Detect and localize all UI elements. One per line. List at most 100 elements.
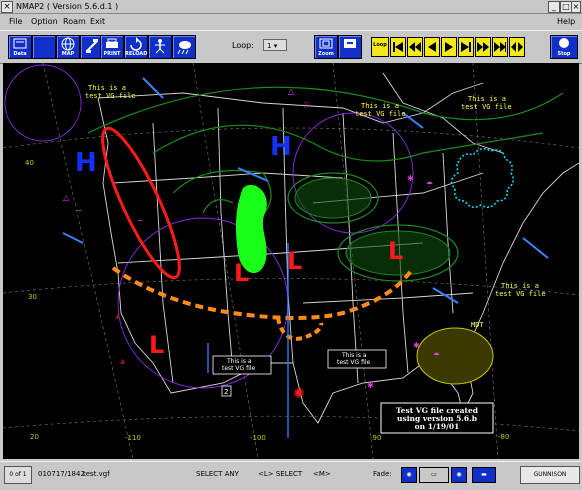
note-box-1-line2: test VG file: [222, 365, 256, 372]
vg-note-3a: This is a: [468, 95, 506, 103]
menu-help[interactable]: Help: [557, 14, 575, 29]
high-pressure-1: H: [75, 148, 97, 178]
nmap2-window: × NMAP2 ( Version 5.6.d.1 ) _ □ × File O…: [0, 0, 582, 490]
fast-forward-button[interactable]: [492, 37, 508, 57]
menu-roam[interactable]: Roam: [63, 14, 86, 29]
satellite-icon: [86, 39, 98, 53]
hint-left: <L> SELECT: [258, 470, 303, 478]
vg-note-4a: This is a: [501, 282, 539, 290]
clear-button[interactable]: [148, 35, 172, 59]
cloud-icon: [177, 41, 191, 55]
fade-button-2[interactable]: ◉: [451, 467, 467, 483]
menu-file[interactable]: File: [9, 14, 22, 29]
rewind-button[interactable]: [407, 37, 423, 57]
lon-label-100: -100: [250, 434, 266, 442]
figure-icon: [155, 39, 165, 54]
number-box-label: 2: [224, 388, 228, 396]
play-icon: [477, 42, 489, 52]
stop-icon: [559, 38, 569, 48]
last-frame-icon: [461, 42, 471, 52]
svg-text:▲: ▲: [115, 312, 121, 320]
vg-note-2b: test VG file: [355, 110, 406, 118]
vg-note-2a: This is a: [361, 102, 399, 110]
low-pressure-3: L: [388, 237, 403, 265]
print-button[interactable]: PRINT: [100, 35, 124, 59]
low-pressure-2: L: [287, 247, 302, 275]
step-forward-icon: [445, 42, 453, 52]
low-pressure-4: L: [149, 331, 164, 359]
unzoom-icon: [344, 39, 356, 48]
note-box-2-line1: This is a: [341, 352, 367, 359]
vg-note-1b: test VG file: [85, 92, 136, 100]
loop-mode-button[interactable]: Loop: [371, 37, 389, 57]
lat-label-20: 20: [30, 433, 39, 441]
mdt-label: MDT: [471, 321, 484, 329]
reload-icon: [130, 37, 142, 51]
menu-option[interactable]: Option: [31, 14, 58, 29]
window-menu-button[interactable]: ×: [1, 1, 13, 13]
title-bar: × NMAP2 ( Version 5.6.d.1 ) _ □ ×: [0, 0, 582, 14]
frame-counter: 0 of 1: [4, 466, 32, 484]
svg-text:☂: ☂: [433, 351, 440, 360]
minimize-button[interactable]: _: [548, 1, 560, 13]
fade-button-1[interactable]: ◉: [401, 467, 417, 483]
blank-button[interactable]: [32, 35, 56, 59]
fast-forward-icon: [494, 42, 506, 52]
low-pressure-1: L: [234, 259, 249, 287]
lat-label-30: 30: [28, 293, 37, 301]
window-title: NMAP2 ( Version 5.6.d.1 ): [16, 2, 119, 11]
zoom-button[interactable]: Zoom: [314, 35, 338, 59]
stop-button[interactable]: Stop: [550, 35, 578, 59]
loop-select[interactable]: 1 ▾: [263, 39, 287, 51]
hint-mid: <M>: [313, 470, 331, 478]
high-pressure-2: H: [270, 132, 292, 162]
svg-text:✱: ✱: [367, 381, 374, 390]
datetime-label: 010717/1842: [38, 470, 85, 478]
lon-label-110: -110: [125, 434, 141, 442]
map-canvas[interactable]: H H L L L L This is a test VG file This …: [3, 63, 579, 459]
fade-label: Fade:: [373, 470, 392, 478]
unzoom-button[interactable]: [338, 35, 362, 59]
hurricane-icon: ✺: [293, 386, 305, 402]
loop-label: Loop:: [232, 41, 254, 50]
svg-text:▲: ▲: [120, 357, 126, 365]
data-button[interactable]: Data: [8, 35, 32, 59]
map-button[interactable]: MAP: [56, 35, 80, 59]
step-back-button[interactable]: [424, 37, 440, 57]
step-forward-button[interactable]: [441, 37, 457, 57]
menu-exit[interactable]: Exit: [90, 14, 105, 29]
weather-button[interactable]: [172, 35, 196, 59]
rock-button[interactable]: [509, 37, 525, 57]
last-frame-button[interactable]: [458, 37, 474, 57]
note-box-1-line1: This is a: [226, 358, 252, 365]
yellow-hatched-area: [416, 327, 494, 385]
mode-label: SELECT ANY: [196, 470, 239, 478]
svg-text:✱: ✱: [407, 174, 414, 183]
site-label[interactable]: GUNNISON: [520, 466, 580, 484]
svg-text:∼: ∼: [76, 206, 83, 215]
vg-note-3b: test VG file: [461, 103, 512, 111]
created-line-3: on 1/19/01: [415, 422, 460, 431]
note-box-2-line2: test VG file: [337, 359, 371, 366]
lon-label-80: -80: [498, 433, 509, 441]
data-icon: [13, 38, 27, 49]
svg-text:☂: ☂: [426, 180, 433, 189]
lon-label-90: -90: [370, 434, 381, 442]
file-label: test.vgf: [83, 470, 110, 478]
reload-button[interactable]: RELOAD: [124, 35, 148, 59]
play-button[interactable]: [475, 37, 491, 57]
zoom-icon: [319, 38, 333, 49]
menu-bar: File Option Roam Exit Help: [0, 14, 582, 29]
vg-note-1a: This is a: [88, 84, 126, 92]
globe-icon: [61, 37, 75, 51]
toolbar: Data MAP PRINT RELOAD Loop: 1 ▾ Zoom Loo…: [0, 30, 582, 64]
svg-text:✱: ✱: [413, 341, 420, 350]
rock-icon: [511, 42, 523, 52]
step-back-icon: [428, 42, 436, 52]
close-button[interactable]: ×: [571, 1, 581, 13]
first-frame-button[interactable]: [390, 37, 406, 57]
lat-label-40: 40: [25, 159, 34, 167]
hide-button[interactable]: ▬: [472, 467, 496, 483]
fade-slider[interactable]: ▭: [419, 467, 449, 483]
vg-note-4b: test VG file: [495, 290, 546, 298]
